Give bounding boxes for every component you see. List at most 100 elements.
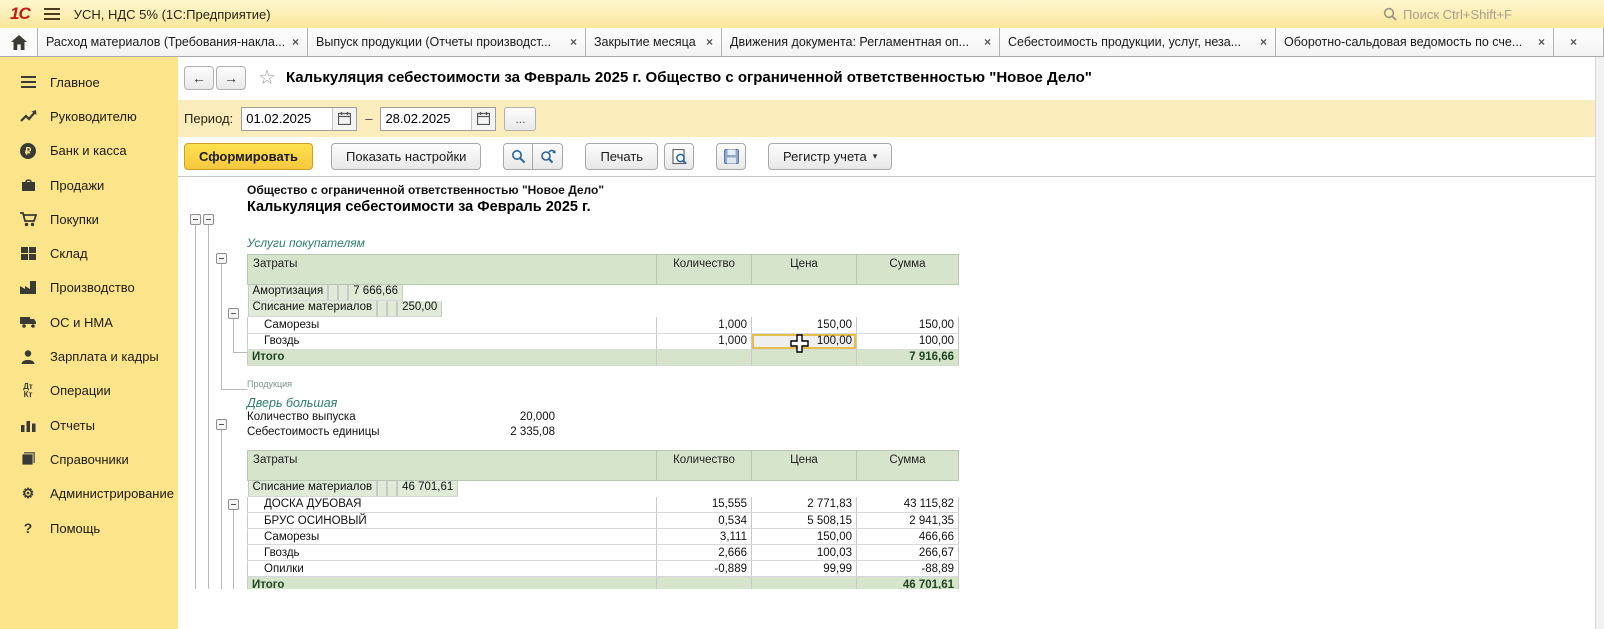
tree-line [233,352,247,353]
books-icon [18,450,38,468]
person-icon [18,348,38,366]
table-total-row[interactable]: Итого 7 916,66 [248,349,959,365]
period-from-input[interactable] [242,108,332,130]
tree-collapse-button[interactable] [228,308,239,319]
sidebar-item-administrirovanie[interactable]: ⚙ Администрирование [0,477,178,511]
1c-logo-icon: 1С [10,4,30,24]
main-menu-icon[interactable] [44,8,60,20]
costing-table-services: Затраты Количество Цена Сумма Амортизаци… [247,254,959,366]
find-next-button[interactable] [533,143,563,170]
sidebar-item-spravochniki[interactable]: Справочники [0,442,178,476]
table-row[interactable]: Саморезы 3,111 150,00 466,66 [248,529,959,545]
navigation-row: ← → ☆ Калькуляция себестоимости за Февра… [178,57,1595,98]
tree-collapse-button[interactable] [203,214,214,225]
table-row[interactable]: Опилки -0,889 99,99 -88,89 [248,561,959,577]
sales-bag-icon [18,176,38,194]
tree-line [233,319,234,352]
period-more-button[interactable]: ... [504,107,536,131]
report-org-name: Общество с ограниченной ответственностью… [247,177,1595,197]
table-total-row[interactable]: Итого 46 701,61 [248,577,959,590]
find-button[interactable] [503,143,533,170]
close-icon[interactable]: × [1538,35,1545,49]
table-row[interactable]: Списание материалов 250,00 [248,301,657,317]
tree-collapse-button[interactable] [228,499,239,510]
cart-icon [18,210,38,228]
report-spreadsheet: Общество с ограниченной ответственностью… [178,177,1595,589]
close-icon[interactable]: × [706,35,713,49]
table-row[interactable]: Саморезы 1,000 150,00 150,00 [248,317,959,333]
generate-button[interactable]: Сформировать [184,143,313,170]
tree-collapse-button[interactable] [216,419,227,430]
save-icon [724,149,739,164]
top-bar: 1С УСН, НДС 5% (1С:Предприятие) Поиск Ct… [0,0,1604,28]
tab-dvizheniya-dokumenta[interactable]: Движения документа: Регламентная оп... × [722,28,1000,56]
global-search-input[interactable]: Поиск Ctrl+Shift+F [1379,4,1594,24]
sidebar-item-bank-i-kassa[interactable]: ₽ Банк и касса [0,134,178,168]
sidebar-item-otchety[interactable]: Отчеты [0,408,178,442]
menu-icon [18,73,38,91]
tab-zakrytie-mesyaca[interactable]: Закрытие месяца × [586,28,722,56]
print-preview-button[interactable] [664,143,694,170]
search-refresh-icon [540,149,556,164]
app-title: УСН, НДС 5% (1С:Предприятие) [74,7,271,22]
sidebar: Главное Руководителю ₽ Банк и касса Прод… [0,57,178,629]
tab-bar: Расход материалов (Требования-накла... ×… [0,28,1604,57]
table-row[interactable]: БРУС ОСИНОВЫЙ 0,534 5 508,15 2 941,35 [248,513,959,529]
tab-rashod-materialov[interactable]: Расход материалов (Требования-накла... × [38,28,308,56]
print-preview-icon [672,149,687,165]
tree-line [208,225,209,589]
forward-button[interactable]: → [216,66,246,90]
table-row[interactable]: Списание материалов 46 701,61 [248,481,657,497]
sidebar-item-proizvodstvo[interactable]: Производство [0,271,178,305]
close-icon[interactable]: × [1570,35,1577,49]
tab-sebestoimost[interactable]: Себестоимость продукции, услуг, неза... … [1000,28,1276,56]
sidebar-item-os-i-nma[interactable]: ОС и НМА [0,305,178,339]
content-area: ← → ☆ Калькуляция себестоимости за Февра… [178,57,1595,629]
sidebar-item-pomosch[interactable]: ? Помощь [0,511,178,545]
factory-icon [18,279,38,297]
tab-vypusk-produkcii[interactable]: Выпуск продукции (Отчеты производст... × [308,28,586,56]
tab-partial[interactable]: × [1554,28,1604,56]
ruble-circle-icon: ₽ [18,142,38,160]
period-to-field [380,107,496,131]
sidebar-item-pokupki[interactable]: Покупки [0,202,178,236]
save-button[interactable] [716,143,746,170]
period-to-input[interactable] [381,108,471,130]
table-row[interactable]: ДОСКА ДУБОВАЯ 15,555 2 771,83 43 115,82 [248,497,959,513]
table-row[interactable]: Гвоздь 2,666 100,03 266,67 [248,545,959,561]
mouse-cursor [790,334,809,353]
warehouse-icon [18,245,38,263]
table-row[interactable]: Амортизация 7 666,66 [248,285,657,301]
sidebar-item-glavnoe[interactable]: Главное [0,65,178,99]
tree-line [195,225,196,589]
close-icon[interactable]: × [570,35,577,49]
search-icon [511,149,526,164]
show-settings-button[interactable]: Показать настройки [331,143,481,170]
favorite-star-icon[interactable]: ☆ [258,65,276,90]
tree-collapse-button[interactable] [190,214,201,225]
sidebar-item-rukovoditelyu[interactable]: Руководителю [0,99,178,133]
close-icon[interactable]: × [292,35,299,49]
truck-icon [18,313,38,331]
tab-oborotno-saldovaya[interactable]: Оборотно-сальдовая ведомость по сче... × [1276,28,1554,56]
calendar-icon[interactable] [471,108,495,130]
tree-collapse-button[interactable] [216,253,227,264]
output-quantity-row: Количество выпуска 20,000 [247,410,555,425]
back-button[interactable]: ← [184,66,214,90]
sidebar-item-zarplata-i-kadry[interactable]: Зарплата и кадры [0,339,178,373]
print-button[interactable]: Печать [585,143,658,170]
table-header-row: Затраты Количество Цена Сумма [248,450,959,480]
vertical-scrollbar[interactable] [1595,57,1604,629]
period-row: Период: – ... [178,100,1595,137]
sidebar-item-operacii[interactable]: ДтКт Операции [0,374,178,408]
sidebar-item-sklad[interactable]: Склад [0,236,178,270]
register-menu-button[interactable]: Регистр учета ▾ [768,143,892,170]
table-row[interactable]: Гвоздь 1,000 100,00 100,00 [248,333,959,349]
calendar-icon[interactable] [332,108,356,130]
home-tab[interactable] [0,28,38,56]
sidebar-item-prodazhi[interactable]: Продажи [0,168,178,202]
close-icon[interactable]: × [984,35,991,49]
help-icon: ? [18,519,38,537]
page-title: Калькуляция себестоимости за Февраль 202… [286,69,1092,86]
close-icon[interactable]: × [1260,35,1267,49]
